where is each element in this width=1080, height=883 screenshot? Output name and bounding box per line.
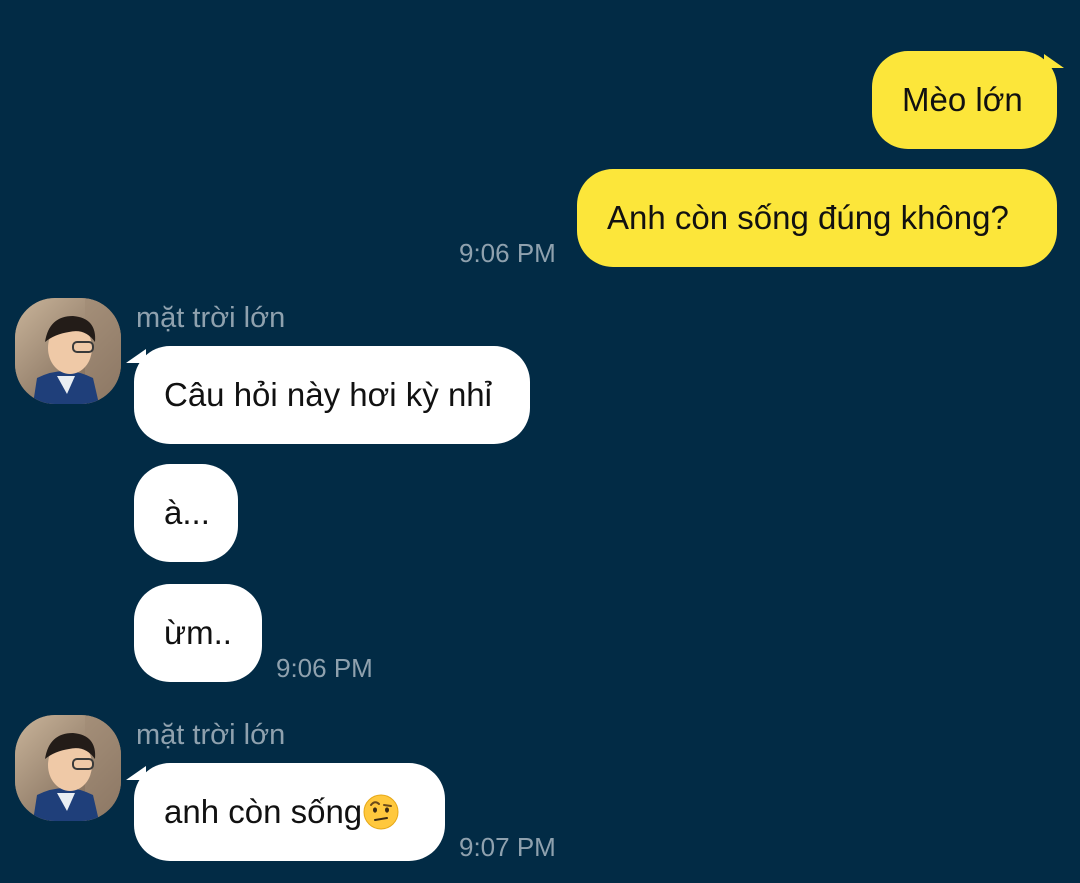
incoming-message-bubble[interactable]: à... — [134, 464, 238, 562]
bubble-tail — [126, 766, 146, 780]
bubble-tail — [126, 349, 146, 363]
message-text: Anh còn sống đúng không? — [607, 199, 1009, 236]
sender-name: mặt trời lớn — [136, 719, 286, 751]
incoming-message-bubble[interactable]: anh còn sống — [134, 763, 445, 861]
raised-eyebrow-emoji-icon — [362, 771, 400, 830]
outgoing-message-bubble[interactable]: Mèo lớn — [872, 51, 1057, 149]
message-timestamp: 9:06 PM — [459, 238, 556, 268]
message-text: anh còn sống — [164, 793, 363, 830]
message-timestamp: 9:06 PM — [276, 653, 373, 683]
outgoing-message-bubble[interactable]: Anh còn sống đúng không? — [577, 169, 1057, 267]
sender-name: mặt trời lớn — [136, 302, 286, 334]
avatar[interactable] — [15, 298, 121, 404]
avatar[interactable] — [15, 715, 121, 821]
message-timestamp: 9:07 PM — [459, 832, 556, 862]
incoming-message-bubble[interactable]: ừm.. — [134, 584, 262, 682]
message-text: ừm.. — [164, 614, 232, 651]
message-text: Mèo lớn — [902, 81, 1023, 118]
message-text: à... — [164, 494, 210, 531]
message-text: Câu hỏi này hơi kỳ nhỉ — [164, 376, 492, 413]
incoming-message-bubble[interactable]: Câu hỏi này hơi kỳ nhỉ — [134, 346, 530, 444]
bubble-tail — [1044, 54, 1064, 68]
